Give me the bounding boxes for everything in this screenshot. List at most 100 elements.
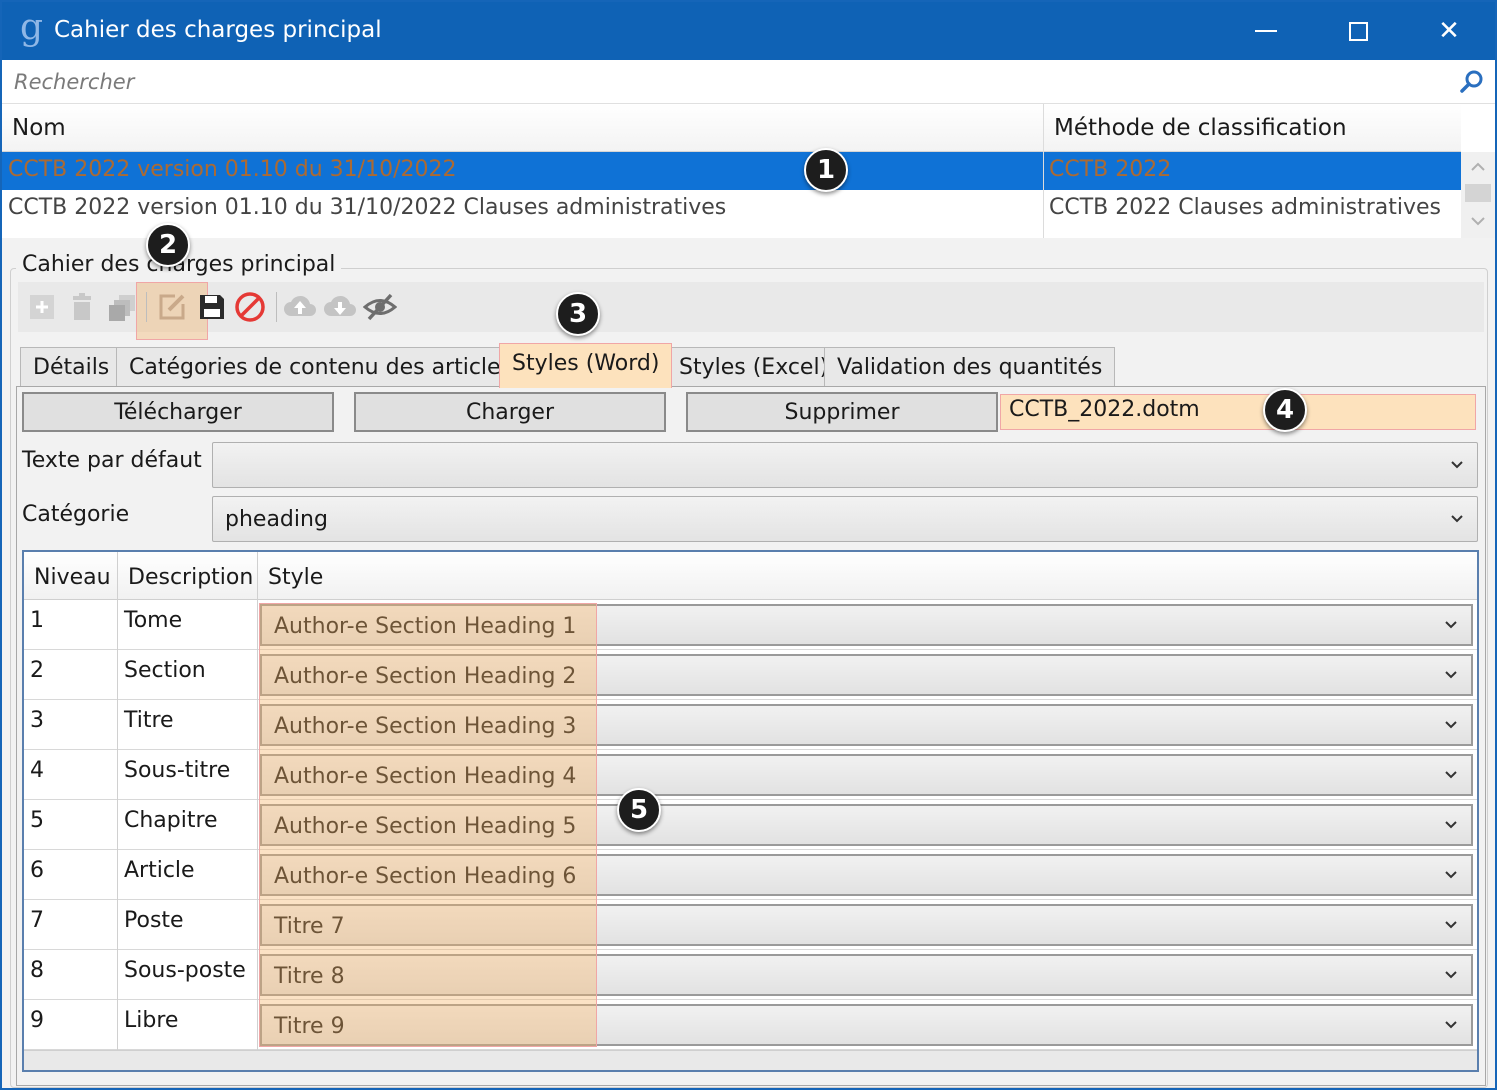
tab-categories[interactable]: Catégories de contenu des articles [116,347,526,387]
cell-description: Sous-poste [124,958,246,983]
column-header-description[interactable]: Description [128,565,253,590]
style-value: Titre 7 [274,914,345,939]
table-row[interactable]: 9 Libre Titre 9 [24,1000,1477,1050]
minimize-button[interactable] [1220,2,1312,60]
chevron-down-icon [1451,515,1463,523]
style-select[interactable]: Titre 9 [260,1004,1473,1046]
categorie-label: Catégorie [22,502,130,527]
maximize-button[interactable] [1312,2,1404,60]
upload-button[interactable] [282,289,318,325]
tab-styles-excel[interactable]: Styles (Excel) [666,347,842,387]
categorie-select[interactable]: pheading [212,496,1478,542]
style-select[interactable]: Author-e Section Heading 2 [260,654,1473,696]
cell-niveau: 8 [30,958,44,983]
scroll-down-icon[interactable] [1470,216,1486,226]
table-row[interactable]: 4 Sous-titre Author-e Section Heading 4 [24,750,1477,800]
style-value: Author-e Section Heading 5 [274,814,577,839]
style-value: Author-e Section Heading 6 [274,864,577,889]
title-bar[interactable]: g Cahier des charges principal ✕ [2,2,1495,60]
grid-header: Nom Méthode de classification [2,104,1461,152]
window-title: Cahier des charges principal [54,17,382,43]
cell-nom: CCTB 2022 version 01.10 du 31/10/2022 [8,157,457,182]
callout-3: 3 [556,292,600,336]
table-row-selected[interactable]: CCTB 2022 version 01.10 du 31/10/2022 CC… [2,152,1461,190]
vertical-scrollbar[interactable] [1461,152,1495,238]
telecharger-button[interactable]: Télécharger [22,392,334,432]
add-icon [30,295,54,319]
table-row[interactable]: 1 Tome Author-e Section Heading 1 [24,600,1477,650]
supprimer-button[interactable]: Supprimer [686,392,998,432]
style-select[interactable]: Titre 7 [260,904,1473,946]
table-row[interactable]: CCTB 2022 version 01.10 du 31/10/2022 Cl… [2,190,1461,228]
style-select[interactable]: Author-e Section Heading 5 [260,804,1473,846]
scroll-up-icon[interactable] [1470,162,1486,172]
style-select[interactable]: Author-e Section Heading 4 [260,754,1473,796]
table-row[interactable]: 5 Chapitre Author-e Section Heading 5 [24,800,1477,850]
cell-niveau: 5 [30,808,44,833]
levels-grid: Niveau Description Style 1 Tome Author-e S… [22,550,1479,1072]
save-icon [200,295,224,319]
tab-details[interactable]: Détails [20,347,123,387]
style-value: Titre 9 [274,1014,345,1039]
minimize-icon [1255,30,1277,32]
cell-niveau: 2 [30,658,44,683]
style-select[interactable]: Author-e Section Heading 1 [260,604,1473,646]
add-button[interactable] [24,289,60,325]
callout-4: 4 [1263,388,1307,432]
download-icon [324,295,356,316]
table-row[interactable]: 8 Sous-poste Titre 8 [24,950,1477,1000]
style-select[interactable]: Author-e Section Heading 6 [260,854,1473,896]
toolbar [18,282,1484,340]
cell-description: Chapitre [124,808,218,833]
upload-icon [284,295,316,316]
search-icon[interactable] [1458,68,1486,96]
column-header-methode[interactable]: Méthode de classification [1054,115,1347,141]
column-header-style[interactable]: Style [268,565,323,590]
cell-description: Section [124,658,206,683]
table-row[interactable]: 6 Article Author-e Section Heading 6 [24,850,1477,900]
delete-icon [73,293,91,320]
edit-button[interactable] [154,289,190,325]
close-button[interactable]: ✕ [1403,2,1495,60]
cell-description: Titre [124,708,174,733]
cell-niveau: 9 [30,1008,44,1033]
tab-styles-word[interactable]: Styles (Word) [499,343,673,388]
app-logo-icon: g [20,7,44,48]
hide-icon [363,293,397,321]
scroll-thumb[interactable] [1465,184,1491,202]
toolbar-separator [146,292,147,322]
tab-validation[interactable]: Validation des quantités [824,347,1116,387]
chevron-down-icon [1445,771,1457,779]
chevron-down-icon [1445,971,1457,979]
table-row[interactable]: 2 Section Author-e Section Heading 2 [24,650,1477,700]
column-header-niveau[interactable]: Niveau [34,565,111,590]
style-select[interactable]: Titre 8 [260,954,1473,996]
search-bar [2,60,1495,104]
column-header-nom[interactable]: Nom [12,115,66,141]
delete-button[interactable] [64,289,100,325]
texte-par-defaut-select[interactable] [212,442,1478,488]
categorie-value: pheading [225,507,328,532]
chevron-down-icon [1445,1021,1457,1029]
table-row[interactable]: 3 Titre Author-e Section Heading 3 [24,700,1477,750]
cell-nom: CCTB 2022 version 01.10 du 31/10/2022 Cl… [8,195,727,220]
duplicate-button[interactable] [104,289,140,325]
cancel-icon [235,292,265,322]
main-window: g Cahier des charges principal ✕ Nom Mét… [0,0,1497,1090]
table-row[interactable]: 7 Poste Titre 7 [24,900,1477,950]
download-button[interactable] [322,289,358,325]
visibility-button[interactable] [362,289,398,325]
callout-5: 5 [617,788,661,832]
charger-button[interactable]: Charger [354,392,666,432]
cell-description: Poste [124,908,184,933]
cancel-button[interactable] [232,289,268,325]
chevron-down-icon [1445,671,1457,679]
cell-description: Article [124,858,195,883]
style-select[interactable]: Author-e Section Heading 3 [260,704,1473,746]
cell-niveau: 3 [30,708,44,733]
chevron-down-icon [1445,871,1457,879]
copy-icon [109,295,135,321]
save-button[interactable] [194,289,230,325]
chevron-down-icon [1445,821,1457,829]
search-input[interactable] [12,68,1432,96]
